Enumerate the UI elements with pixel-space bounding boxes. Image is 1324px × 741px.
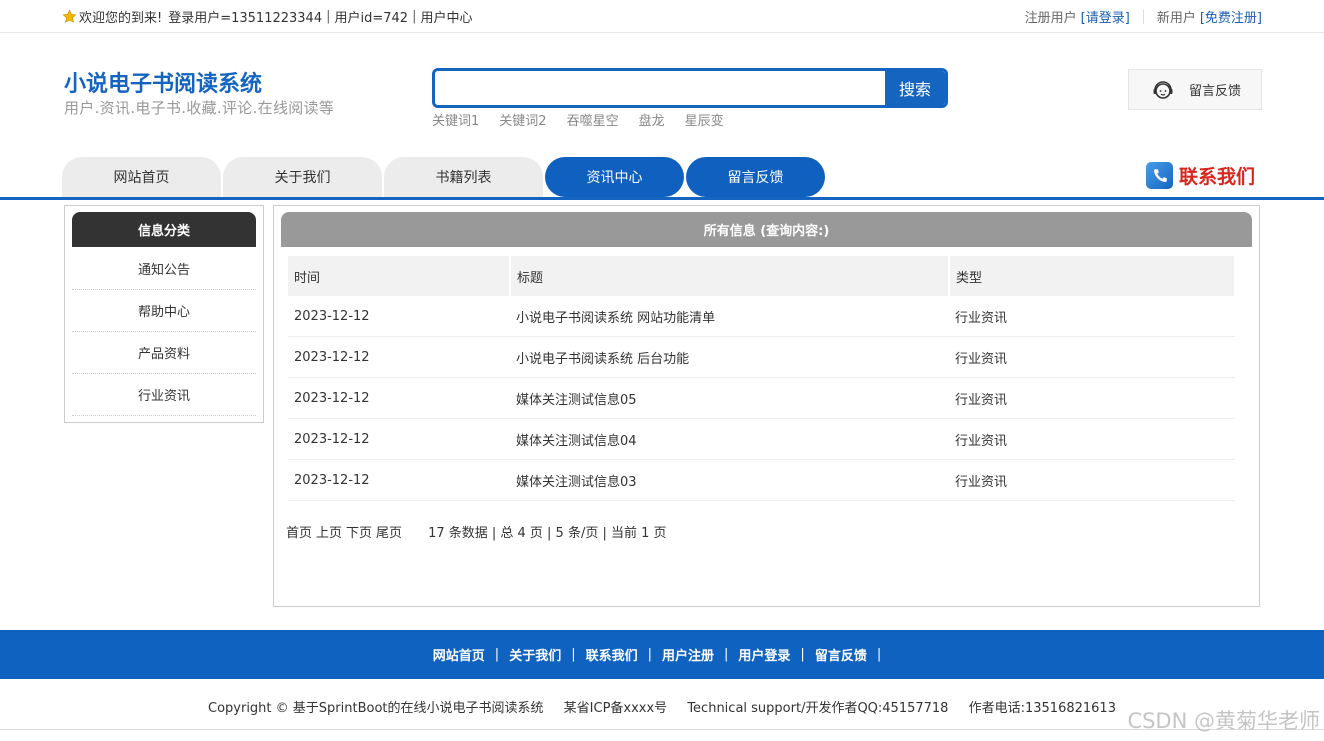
row-type: 行业资讯 <box>949 418 1235 460</box>
pagination: 首页 上页 下页 尾页 17 条数据 | 总 4 页 | 5 条/页 | 当前 … <box>286 522 667 541</box>
footer-link-contact[interactable]: 联系我们 <box>586 645 638 664</box>
info-list-panel: 所有信息 (查询内容:) 时间 标题 类型 2023-12-12 小说电子书阅读… <box>273 205 1260 607</box>
feedback-button[interactable]: 留言反馈 <box>1128 69 1262 110</box>
new-user-label: 新用户 <box>1156 11 1196 26</box>
footer-link-about[interactable]: 关于我们 <box>509 645 561 664</box>
sidebar-item-help[interactable]: 帮助中心 <box>72 290 256 332</box>
user-id-text: 用户id=742 <box>334 11 409 26</box>
registered-user-label: 注册用户 <box>1024 11 1077 26</box>
footer-link-register[interactable]: 用户注册 <box>662 645 714 664</box>
login-user-text: 登录用户=13511223344 <box>168 11 323 26</box>
nav-tab-home[interactable]: 网站首页 <box>62 157 221 197</box>
keyword-link[interactable]: 盘龙 <box>639 110 665 129</box>
support-text: Technical support/开发作者QQ:45157718 <box>687 701 949 716</box>
search-box: 搜索 <box>432 68 948 108</box>
row-title-link[interactable]: 媒体关注测试信息05 <box>510 377 949 419</box>
table-header-row: 时间 标题 类型 <box>288 256 1236 296</box>
sidebar-item-product[interactable]: 产品资料 <box>72 332 256 374</box>
welcome-area: 欢迎您的到来! 登录用户=13511223344 | 用户id=742 | 用户… <box>62 7 472 26</box>
table-row: 2023-12-12 小说电子书阅读系统 后台功能 行业资讯 <box>288 336 1235 378</box>
register-link[interactable]: [免费注册] <box>1200 7 1262 26</box>
keyword-link[interactable]: 关键词1 <box>432 110 479 129</box>
row-type: 行业资讯 <box>949 459 1235 501</box>
pager-first[interactable]: 首页 <box>286 522 312 541</box>
row-title-link[interactable]: 媒体关注测试信息04 <box>510 418 949 460</box>
top-bar: 欢迎您的到来! 登录用户=13511223344 | 用户id=742 | 用户… <box>0 0 1324 33</box>
phone-text: 作者电话:13516821613 <box>968 701 1116 716</box>
keyword-link[interactable]: 吞噬星空 <box>567 110 619 129</box>
keyword-link[interactable]: 关键词2 <box>499 110 546 129</box>
row-title-link[interactable]: 媒体关注测试信息03 <box>510 459 949 501</box>
row-date: 2023-12-12 <box>288 459 510 501</box>
headset-icon <box>1153 80 1173 99</box>
row-type: 行业资讯 <box>949 336 1235 378</box>
copyright: Copyright © 基于SprintBoot的在线小说电子书阅读系统 某省I… <box>0 697 1324 716</box>
row-type: 行业资讯 <box>949 296 1235 337</box>
feedback-label: 留言反馈 <box>1189 84 1242 99</box>
footer-link-login[interactable]: 用户登录 <box>738 645 790 664</box>
sidebar-item-notice[interactable]: 通知公告 <box>72 248 256 290</box>
nav-tab-about[interactable]: 关于我们 <box>223 157 382 197</box>
nav-tab-books[interactable]: 书籍列表 <box>384 157 543 197</box>
nav-underline <box>0 197 1324 200</box>
pager-last[interactable]: 尾页 <box>376 522 402 541</box>
user-center-link[interactable]: 用户中心 <box>420 7 472 26</box>
watermark: CSDN @黄菊华老师 <box>1127 709 1320 733</box>
hot-keywords: 关键词1 关键词2 吞噬星空 盘龙 星辰变 <box>432 110 724 129</box>
footer-nav: 网站首页 | 关于我们 | 联系我们 | 用户注册 | 用户登录 | 留言反馈 | <box>0 630 1324 679</box>
footer-link-home[interactable]: 网站首页 <box>433 645 485 664</box>
sidebar-title: 信息分类 <box>72 212 256 247</box>
table-row: 2023-12-12 媒体关注测试信息03 行业资讯 <box>288 459 1235 501</box>
row-title-link[interactable]: 小说电子书阅读系统 网站功能清单 <box>510 296 949 337</box>
site-subtitle: 用户.资讯.电子书.收藏.评论.在线阅读等 <box>64 99 335 117</box>
divider <box>1142 9 1144 24</box>
welcome-text: 欢迎您的到来! <box>79 11 163 26</box>
row-date: 2023-12-12 <box>288 377 510 419</box>
sidebar-item-industry[interactable]: 行业资讯 <box>72 374 256 416</box>
row-date: 2023-12-12 <box>288 418 510 460</box>
table-row: 2023-12-12 媒体关注测试信息04 行业资讯 <box>288 418 1235 460</box>
copyright-text: Copyright © 基于SprintBoot的在线小说电子书阅读系统 <box>208 701 544 716</box>
table-row: 2023-12-12 媒体关注测试信息05 行业资讯 <box>288 377 1235 419</box>
phone-icon <box>1146 162 1173 189</box>
login-link[interactable]: [请登录] <box>1081 7 1130 26</box>
row-date: 2023-12-12 <box>288 296 510 337</box>
keyword-link[interactable]: 星辰变 <box>685 110 724 129</box>
footer-link-feedback[interactable]: 留言反馈 <box>815 645 867 664</box>
pager-info: 17 条数据 | 总 4 页 | 5 条/页 | 当前 1 页 <box>428 526 667 541</box>
panel-title: 所有信息 (查询内容:) <box>281 212 1252 247</box>
search-button[interactable]: 搜索 <box>885 71 945 105</box>
row-date: 2023-12-12 <box>288 336 510 378</box>
row-title-link[interactable]: 小说电子书阅读系统 后台功能 <box>510 336 949 378</box>
account-links: 注册用户 [请登录] 新用户 [免费注册] <box>1025 7 1262 26</box>
pager-next[interactable]: 下页 <box>346 522 372 541</box>
info-table: 时间 标题 类型 2023-12-12 小说电子书阅读系统 网站功能清单 行业资… <box>288 256 1236 501</box>
bottom-divider <box>0 729 1324 730</box>
contact-us-link[interactable]: 联系我们 <box>1146 162 1255 189</box>
nav-tab-news[interactable]: 资讯中心 <box>545 157 684 197</box>
pager-prev[interactable]: 上页 <box>316 522 342 541</box>
row-type: 行业资讯 <box>949 377 1235 419</box>
icp-text: 某省ICP备xxxx号 <box>563 701 668 716</box>
column-header-title: 标题 <box>510 256 950 296</box>
search-input[interactable] <box>435 71 885 105</box>
nav-tab-feedback[interactable]: 留言反馈 <box>686 157 825 197</box>
column-header-time: 时间 <box>288 256 511 296</box>
main-nav: 网站首页 关于我们 书籍列表 资讯中心 留言反馈 <box>62 157 827 197</box>
star-icon <box>62 9 77 23</box>
table-row: 2023-12-12 小说电子书阅读系统 网站功能清单 行业资讯 <box>288 296 1235 337</box>
column-header-type: 类型 <box>949 256 1236 296</box>
site-title[interactable]: 小说电子书阅读系统 <box>64 66 262 98</box>
contact-us-label: 联系我们 <box>1179 166 1256 188</box>
category-sidebar: 信息分类 通知公告 帮助中心 产品资料 行业资讯 <box>64 205 264 423</box>
